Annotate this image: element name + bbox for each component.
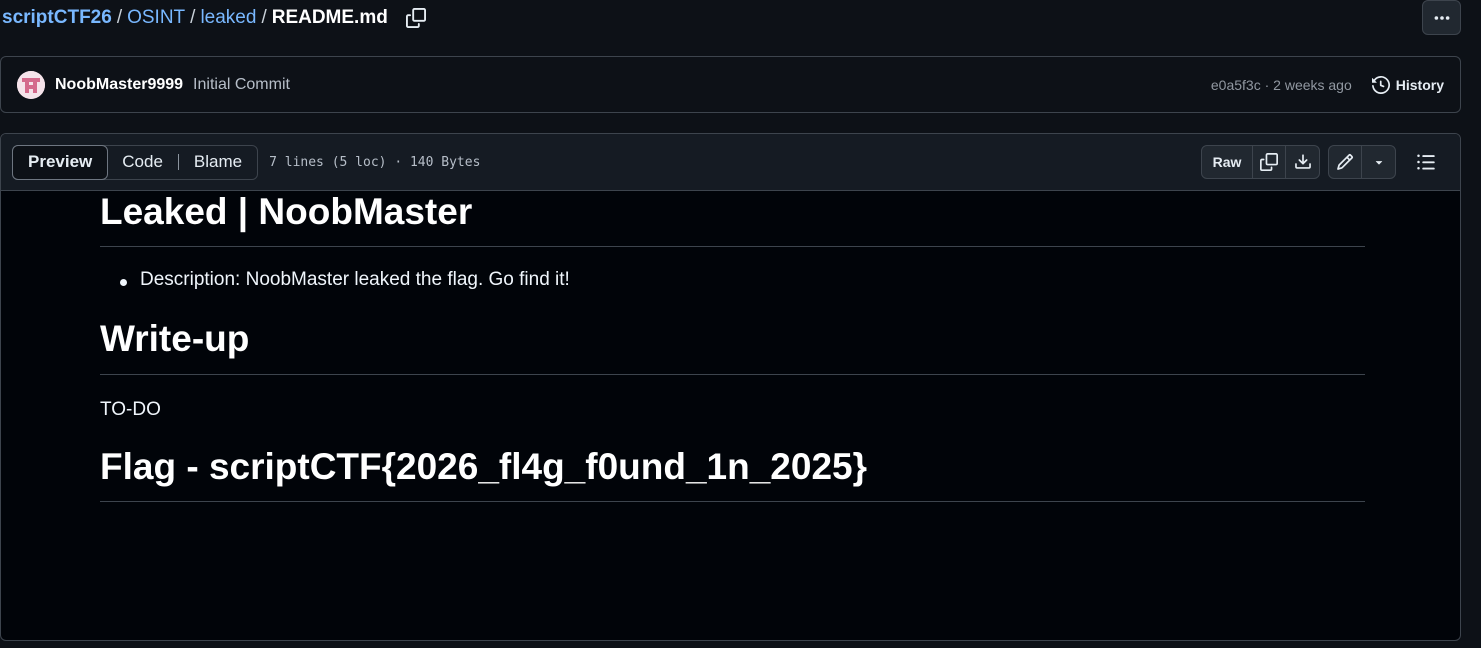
history-button[interactable]: History bbox=[1371, 75, 1444, 94]
commit-right: e0a5f3c · 2 weeks ago History bbox=[1211, 75, 1444, 94]
copy-icon bbox=[1260, 153, 1278, 171]
tab-preview[interactable]: Preview bbox=[12, 144, 109, 180]
file-info: 7 lines (5 loc) · 140 Bytes bbox=[269, 154, 481, 170]
writeup-text: TO-DO bbox=[100, 398, 161, 420]
edit-group bbox=[1328, 145, 1396, 179]
breadcrumb-osint-link[interactable]: OSINT bbox=[127, 7, 185, 29]
latest-commit-bar: NoobMaster9999 Initial Commit e0a5f3c · … bbox=[0, 56, 1461, 113]
breadcrumb: scriptCTF26 / OSINT / leaked / README.md bbox=[2, 7, 388, 29]
pencil-icon bbox=[1337, 154, 1353, 170]
breadcrumb-leaked-link[interactable]: leaked bbox=[200, 7, 256, 29]
file-viewer: Preview Code Blame 7 lines (5 loc) · 140… bbox=[0, 133, 1461, 641]
copy-path-button[interactable] bbox=[404, 6, 428, 30]
copy-raw-button[interactable] bbox=[1253, 146, 1286, 178]
list-unordered-icon bbox=[1417, 154, 1435, 170]
description-item: Description: NoobMaster leaked the flag.… bbox=[120, 269, 1365, 291]
view-mode-toggle: Preview Code Blame bbox=[12, 144, 259, 180]
breadcrumb-separator: / bbox=[116, 7, 123, 28]
tab-code[interactable]: Code bbox=[107, 146, 178, 179]
readme-title: Leaked | NoobMaster bbox=[100, 190, 1365, 248]
breadcrumb-row: scriptCTF26 / OSINT / leaked / README.md bbox=[2, 0, 1481, 36]
history-label: History bbox=[1395, 76, 1444, 93]
file-header: Preview Code Blame 7 lines (5 loc) · 140… bbox=[1, 134, 1460, 191]
copy-icon bbox=[405, 8, 426, 28]
commit-sha-time[interactable]: e0a5f3c · 2 weeks ago bbox=[1211, 77, 1352, 93]
history-icon bbox=[1371, 75, 1390, 94]
commit-message-link[interactable]: Initial Commit bbox=[193, 76, 290, 94]
breadcrumb-repo-link[interactable]: scriptCTF26 bbox=[2, 7, 112, 29]
flag-heading: Flag - scriptCTF{2026_fl4g_f0und_1n_2025… bbox=[100, 445, 1365, 503]
breadcrumb-separator: / bbox=[190, 7, 196, 28]
download-button[interactable] bbox=[1286, 146, 1319, 178]
download-icon bbox=[1294, 154, 1311, 169]
breadcrumb-current-file: README.md bbox=[271, 7, 388, 28]
avatar-identicon-icon bbox=[17, 70, 45, 99]
raw-button[interactable]: Raw bbox=[1202, 146, 1253, 178]
tab-blame[interactable]: Blame bbox=[179, 146, 257, 179]
triangle-down-icon bbox=[1375, 161, 1382, 165]
kebab-horizontal-icon bbox=[1434, 15, 1449, 20]
edit-dropdown-button[interactable] bbox=[1362, 146, 1395, 178]
breadcrumb-separator: / bbox=[261, 7, 267, 28]
outline-button[interactable] bbox=[1411, 147, 1441, 177]
description-list: Description: NoobMaster leaked the flag.… bbox=[100, 269, 1365, 291]
raw-copy-download-group: Raw bbox=[1201, 145, 1320, 179]
avatar[interactable] bbox=[17, 70, 45, 99]
writeup-heading: Write-up bbox=[100, 317, 1365, 375]
more-options-button[interactable] bbox=[1422, 0, 1461, 35]
readme-content: Leaked | NoobMaster Description: NoobMas… bbox=[100, 190, 1365, 503]
edit-button[interactable] bbox=[1329, 146, 1362, 178]
commit-author-link[interactable]: NoobMaster9999 bbox=[55, 76, 183, 94]
